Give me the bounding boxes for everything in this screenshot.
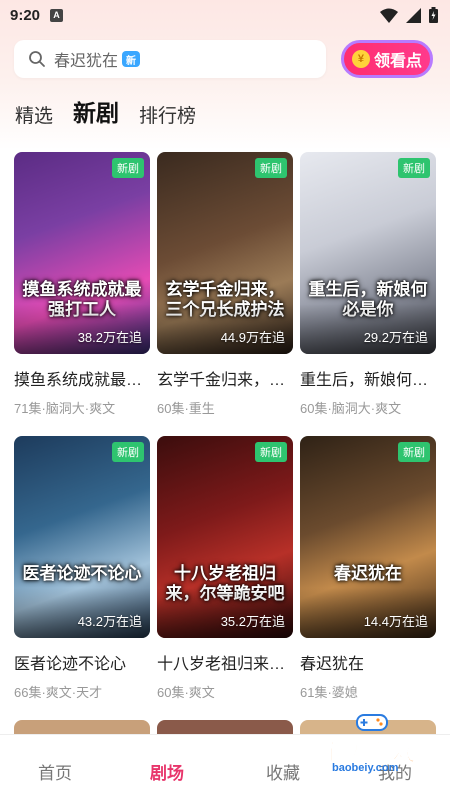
follower-count: 44.9万在追 (220, 330, 285, 345)
search-bar[interactable]: 春迟犹在 新 (14, 40, 326, 78)
watermark-url: baobeiy.com (332, 762, 399, 774)
drama-meta: 71集·脑洞大·爽文 (14, 401, 116, 416)
new-tag: 新剧 (398, 158, 430, 178)
drama-poster[interactable]: 十八岁老祖归来，尔等跪安吧 新剧 35.2万在追 (157, 436, 293, 638)
drama-title[interactable]: 十八岁老祖归来，尔等跪安吧 (157, 650, 293, 674)
drama-poster[interactable]: 玄学千金归来，三个兄长成护法 新剧 44.9万在追 (157, 152, 293, 354)
nav-theater[interactable]: 剧场 (150, 759, 184, 784)
search-icon (29, 51, 45, 67)
tab-new-dramas[interactable]: 新剧 (73, 94, 119, 128)
drama-card[interactable]: 医者论迹不论心 新剧 43.2万在追 医者论迹不论心 66集·爽文·天才 (14, 436, 150, 701)
wifi-icon (380, 8, 398, 23)
status-bar: 9:20 A (0, 0, 450, 30)
drama-poster[interactable]: 摸鱼系统成就最强打工人 新剧 38.2万在追 (14, 152, 150, 354)
new-tag: 新剧 (112, 158, 144, 178)
drama-title[interactable]: 摸鱼系统成就最强打工人 (14, 366, 150, 390)
follower-count: 38.2万在追 (77, 330, 142, 345)
drama-meta: 60集·脑洞大·爽文 (300, 401, 402, 416)
follower-count: 35.2万在追 (220, 614, 285, 629)
claim-coins-label: 领看点 (373, 53, 422, 70)
drama-poster[interactable]: 春迟犹在 新剧 14.4万在追 (300, 436, 436, 638)
signal-icon (406, 7, 421, 23)
nav-home[interactable]: 首页 (38, 759, 72, 784)
follower-count: 43.2万在追 (77, 614, 142, 629)
drama-meta: 66集·爽文·天才 (14, 685, 103, 700)
search-placeholder: 春迟犹在 (54, 53, 119, 70)
drama-poster[interactable]: 重生后，新娘何必是你 新剧 29.2万在追 (300, 152, 436, 354)
tab-rankings[interactable]: 排行榜 (139, 101, 196, 128)
follower-count: 29.2万在追 (363, 330, 428, 345)
notification-a-icon: A (50, 8, 64, 22)
tab-featured[interactable]: 精选 (15, 101, 53, 128)
follower-count: 14.4万在追 (363, 614, 428, 629)
new-tag: 新剧 (112, 442, 144, 462)
new-badge: 新 (122, 51, 141, 67)
drama-title[interactable]: 春迟犹在 (300, 650, 436, 674)
battery-icon (429, 7, 438, 23)
new-tag: 新剧 (255, 158, 287, 178)
drama-meta: 60集·重生 (157, 401, 215, 416)
poster-title: 医者论迹不论心 (22, 564, 142, 583)
drama-card[interactable]: 摸鱼系统成就最强打工人 新剧 38.2万在追 摸鱼系统成就最强打工人 71集·脑… (14, 152, 150, 417)
watermark: 宝贝游戏网 baobeiy.com (290, 712, 441, 782)
gamepad-icon (356, 714, 388, 731)
new-tag: 新剧 (255, 442, 287, 462)
coin-icon: ¥ (351, 50, 370, 68)
claim-coins-button[interactable]: ¥ 领看点 (341, 40, 433, 78)
drama-card[interactable]: 玄学千金归来，三个兄长成护法 新剧 44.9万在追 玄学千金归来，三个兄长成护法… (157, 152, 293, 417)
drama-poster[interactable]: 医者论迹不论心 新剧 43.2万在追 (14, 436, 150, 638)
poster-title: 春迟犹在 (334, 564, 402, 583)
drama-title[interactable]: 玄学千金归来，三个兄长成护法 (157, 366, 293, 390)
drama-card[interactable]: 十八岁老祖归来，尔等跪安吧 新剧 35.2万在追 十八岁老祖归来，尔等跪安吧 6… (157, 436, 293, 701)
drama-title[interactable]: 医者论迹不论心 (14, 650, 150, 674)
category-tabs: 精选 新剧 排行榜 (15, 94, 196, 128)
status-time: 9:20 (10, 6, 41, 24)
drama-meta: 61集·婆媳 (300, 685, 358, 700)
new-tag: 新剧 (398, 442, 430, 462)
drama-card[interactable]: 重生后，新娘何必是你 新剧 29.2万在追 重生后，新娘何必是你 60集·脑洞大… (300, 152, 436, 417)
drama-title[interactable]: 重生后，新娘何必是你 (300, 366, 436, 390)
drama-meta: 60集·爽文 (157, 685, 215, 700)
drama-card[interactable]: 春迟犹在 新剧 14.4万在追 春迟犹在 61集·婆媳 (300, 436, 436, 701)
status-icons (380, 7, 438, 23)
